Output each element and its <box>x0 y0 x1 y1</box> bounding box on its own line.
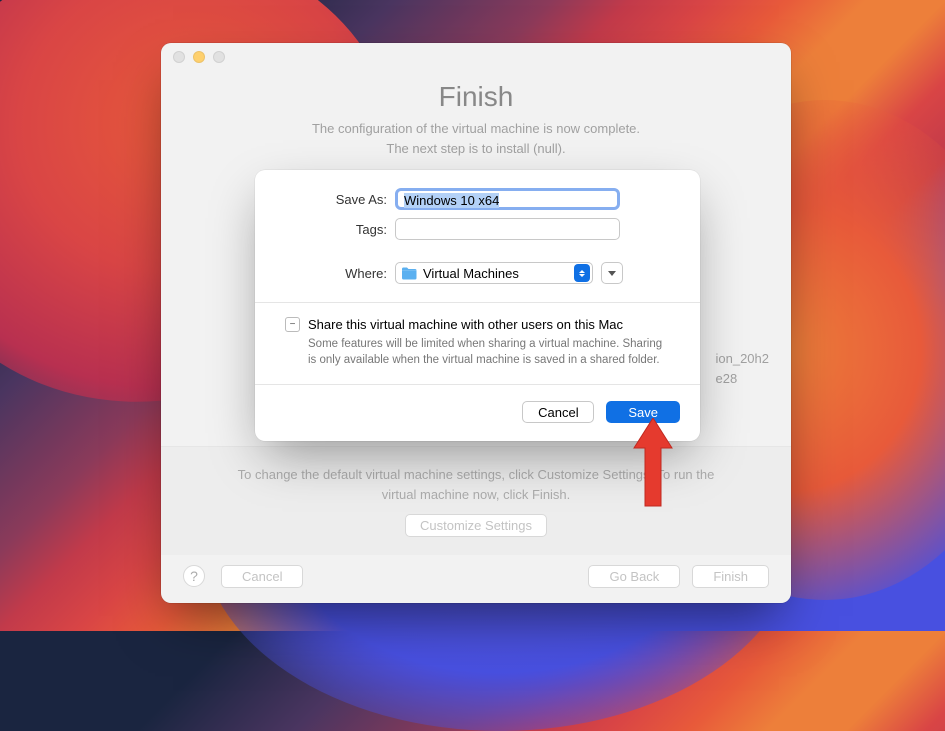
zoom-button[interactable] <box>213 51 225 63</box>
titlebar <box>161 43 791 71</box>
save-as-label: Save As: <box>255 192 395 207</box>
help-button[interactable]: ? <box>183 565 205 587</box>
minimize-button[interactable] <box>193 51 205 63</box>
share-label: Share this virtual machine with other us… <box>308 317 623 332</box>
folder-icon <box>401 267 417 280</box>
share-checkbox[interactable]: − <box>285 317 300 332</box>
bottom-instructions: To change the default virtual machine se… <box>191 465 761 504</box>
save-button[interactable]: Save <box>606 401 680 423</box>
page-title: Finish <box>201 81 751 113</box>
where-select[interactable]: Virtual Machines <box>395 262 593 284</box>
page-subtitle: The configuration of the virtual machine… <box>201 119 751 158</box>
cancel-button[interactable]: Cancel <box>221 565 303 588</box>
expand-button[interactable] <box>601 262 623 284</box>
where-label: Where: <box>255 266 395 281</box>
tags-input[interactable] <box>395 218 620 240</box>
where-value: Virtual Machines <box>423 266 574 281</box>
save-dialog: Save As: Windows 10 x64 Tags: Where: Vir… <box>255 170 700 441</box>
customize-settings-button[interactable]: Customize Settings <box>405 514 547 537</box>
save-as-input[interactable]: Windows 10 x64 <box>395 188 620 210</box>
background-text: ion_20h2 e28 <box>716 349 770 388</box>
close-button[interactable] <box>173 51 185 63</box>
select-arrows-icon <box>574 264 590 282</box>
finish-button[interactable]: Finish <box>692 565 769 588</box>
tags-label: Tags: <box>255 222 395 237</box>
go-back-button[interactable]: Go Back <box>588 565 680 588</box>
chevron-down-icon <box>608 271 616 276</box>
share-description: Some features will be limited when shari… <box>308 336 670 368</box>
cancel-button[interactable]: Cancel <box>522 401 594 423</box>
